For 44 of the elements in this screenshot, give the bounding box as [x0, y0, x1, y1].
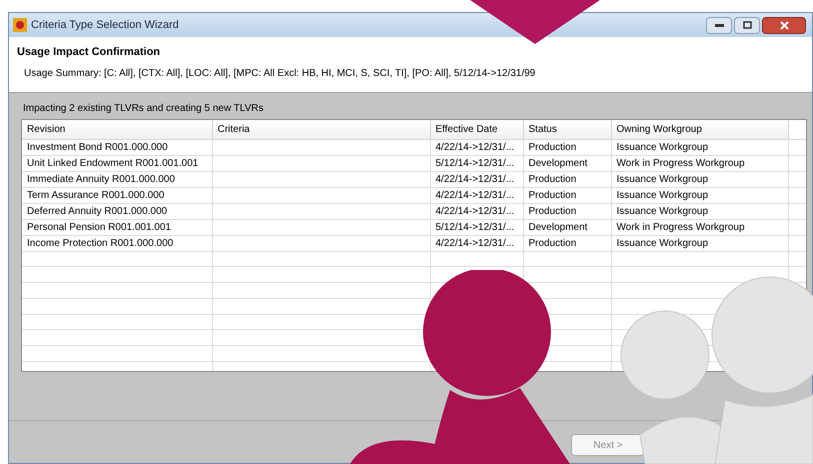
table-cell: 4/22/14->12/31/...: [430, 203, 523, 219]
column-header[interactable]: Criteria: [212, 120, 430, 139]
table-cell: Production: [523, 203, 611, 219]
table-cell: 5/12/14->12/31/...: [430, 219, 523, 235]
table-cell: Production: [523, 139, 611, 155]
table-cell: Investment Bond R001.000.000: [22, 139, 212, 155]
table-cell: Work in Progress Workgroup: [611, 219, 788, 235]
window-title: Criteria Type Selection Wizard: [31, 18, 179, 33]
minimize-icon: [714, 24, 724, 26]
table-cell: 4/22/14->12/31/...: [430, 235, 523, 251]
column-header[interactable]: Owning Workgroup: [611, 120, 788, 139]
table-cell: Production: [523, 171, 611, 187]
close-icon: [780, 20, 788, 30]
table-cell: Unit Linked Endowment R001.001.001: [22, 155, 212, 171]
column-header[interactable]: Status: [523, 120, 611, 139]
table-cell: Term Assurance R001.000.000: [22, 187, 212, 203]
column-header[interactable]: Revision: [22, 120, 212, 139]
table-cell: Issuance Workgroup: [611, 139, 788, 155]
table-cell: Issuance Workgroup: [611, 235, 788, 251]
table-cell: Income Protection R001.000.000: [22, 235, 212, 251]
table-cell: Issuance Workgroup: [611, 171, 788, 187]
table-cell: Issuance Workgroup: [611, 187, 788, 203]
close-button[interactable]: [762, 16, 806, 34]
table-cell: Personal Pension R001.001.001: [22, 219, 212, 235]
table-cell: 4/22/14->12/31/...: [430, 171, 523, 187]
table-cell: Immediate Annuity R001.000.000: [22, 171, 212, 187]
table-cell: Production: [523, 187, 611, 203]
maximize-button[interactable]: [734, 16, 760, 34]
table-cell: Development: [523, 219, 611, 235]
table-cell: Production: [523, 235, 611, 251]
maximize-icon: [742, 21, 752, 29]
table-cell: Issuance Workgroup: [611, 203, 788, 219]
app-icon: [13, 18, 27, 32]
table-cell: 4/22/14->12/31/...: [430, 187, 523, 203]
page-title: Usage Impact Confirmation: [17, 45, 162, 60]
impact-message: Impacting 2 existing TLVRs and creating 5 new TLVRs: [23, 102, 264, 116]
table-cell: 5/12/14->12/31/...: [430, 155, 523, 171]
table-cell: Work in Progress Workgroup: [611, 155, 788, 171]
usage-summary: Usage Summary: [C: All], [CTX: All], [LOC: All], [MPC: All Excl: HB, HI, MCI, S, SCI, TI], [PO: All], 5/12/14->12/31/99: [24, 66, 536, 80]
table-cell: Deferred Annuity R001.000.000: [22, 203, 212, 219]
column-header[interactable]: Effective Date: [430, 120, 523, 139]
table-cell: 4/22/14->12/31/...: [430, 139, 523, 155]
minimize-button[interactable]: [706, 16, 732, 34]
table-cell: Development: [523, 155, 611, 171]
